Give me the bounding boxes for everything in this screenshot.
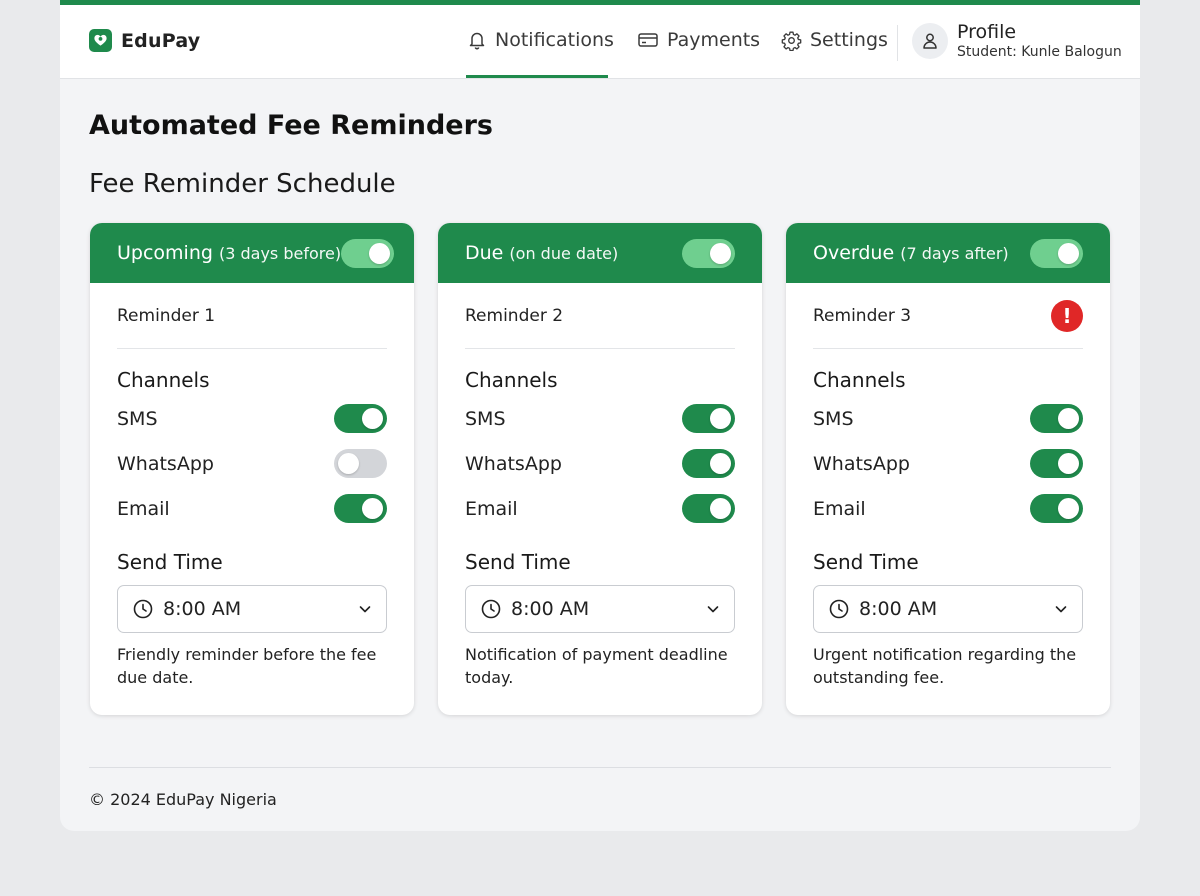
channels-title: Channels [465,368,558,392]
reminder-row: Reminder 3 ! [813,283,1083,349]
send-time-value: 8:00 AM [511,598,590,620]
channel-name: Email [813,497,866,520]
send-time-title: Send Time [813,550,919,574]
channel-name: SMS [813,407,854,430]
email-toggle[interactable] [334,494,387,523]
channel-row-whatsapp: WhatsApp [117,441,387,486]
bell-icon [467,30,487,50]
alert-icon: ! [1051,299,1083,332]
card-title: Upcoming (3 days before) [117,242,342,264]
channel-row-sms: SMS [465,396,735,441]
nav-label: Payments [667,29,761,51]
channel-name: Email [117,497,170,520]
channel-name: Email [465,497,518,520]
clock-icon [828,598,850,620]
nav-label: Settings [810,29,888,51]
channel-name: WhatsApp [813,452,910,475]
card-title: Due (on due date) [465,242,619,264]
sms-toggle[interactable] [1030,404,1083,433]
send-time-value: 8:00 AM [859,598,938,620]
profile-menu[interactable]: Profile Student: Kunle Balogun [912,21,1122,61]
send-time-select[interactable]: 8:00 AM [813,585,1083,633]
whatsapp-toggle[interactable] [1030,449,1083,478]
channel-row-email: Email [117,486,387,531]
channel-name: WhatsApp [117,452,214,475]
card-header: Upcoming (3 days before) [90,223,414,283]
card-enable-toggle[interactable] [341,238,395,268]
card-enable-toggle[interactable] [682,238,735,268]
card-subtitle: (7 days after) [900,244,1009,263]
reminder-card-upcoming: Upcoming (3 days before) Reminder 1 Chan… [90,223,414,715]
reminder-row: Reminder 1 [117,283,387,349]
send-time-title: Send Time [117,550,223,574]
card-enable-toggle[interactable] [1030,238,1083,268]
send-time-value: 8:00 AM [163,598,242,620]
credit-card-icon [637,30,659,50]
send-time-title: Send Time [465,550,571,574]
reminder-name: Reminder 3 [813,305,912,326]
active-tab-indicator [466,75,608,78]
channel-row-email: Email [465,486,735,531]
nav-payments[interactable]: Payments [637,29,760,51]
clock-icon [480,598,502,620]
user-icon [912,23,948,59]
channels-title: Channels [813,368,906,392]
send-time-select[interactable]: 8:00 AM [465,585,735,633]
card-header: Overdue (7 days after) [786,223,1110,283]
footer-copyright: © 2024 EduPay Nigeria [89,790,277,809]
reminder-name: Reminder 1 [117,305,216,326]
card-subtitle: (on due date) [509,244,619,263]
profile-label: Profile [957,21,1017,43]
sms-toggle[interactable] [334,404,387,433]
channel-row-sms: SMS [813,396,1083,441]
top-navbar: EduPay Notifications Payments Settings P… [60,5,1140,79]
sms-toggle[interactable] [682,404,735,433]
card-title: Overdue (7 days after) [813,242,1009,264]
card-description: Notification of payment deadline today. [465,645,728,687]
brand-name: EduPay [121,29,201,52]
reminder-name: Reminder 2 [465,305,564,326]
chevron-down-icon [706,602,720,616]
heart-hand-icon [89,29,112,52]
reminder-card-overdue: Overdue (7 days after) Reminder 3 ! Chan… [786,223,1110,715]
whatsapp-toggle[interactable] [334,449,387,478]
channel-name: SMS [117,407,158,430]
profile-subtitle: Student: Kunle Balogun [957,44,1122,60]
nav-notifications[interactable]: Notifications [467,29,614,51]
nav-settings[interactable]: Settings [781,29,888,51]
whatsapp-toggle[interactable] [682,449,735,478]
section-title: Fee Reminder Schedule [89,169,396,199]
send-time-select[interactable]: 8:00 AM [117,585,387,633]
card-subtitle: (3 days before) [218,244,342,263]
reminder-card-due: Due (on due date) Reminder 2 Channels SM… [438,223,762,715]
channels-title: Channels [117,368,210,392]
nav-label: Notifications [495,29,614,51]
card-header: Due (on due date) [438,223,762,283]
channel-row-whatsapp: WhatsApp [813,441,1083,486]
gear-icon [781,30,802,51]
email-toggle[interactable] [1030,494,1083,523]
app-window: EduPay Notifications Payments Settings P… [60,0,1140,831]
reminder-row: Reminder 2 [465,283,735,349]
page-title: Automated Fee Reminders [89,110,493,141]
nav-divider [897,25,898,61]
chevron-down-icon [358,602,372,616]
channel-row-email: Email [813,486,1083,531]
card-description: Urgent notification regarding the outsta… [813,645,1077,687]
channel-row-sms: SMS [117,396,387,441]
card-description: Friendly reminder before the fee due dat… [117,645,377,687]
chevron-down-icon [1054,602,1068,616]
footer-divider [89,767,1111,768]
brand[interactable]: EduPay [89,29,200,52]
channel-name: WhatsApp [465,452,562,475]
clock-icon [132,598,154,620]
channel-name: SMS [465,407,506,430]
channel-row-whatsapp: WhatsApp [465,441,735,486]
email-toggle[interactable] [682,494,735,523]
